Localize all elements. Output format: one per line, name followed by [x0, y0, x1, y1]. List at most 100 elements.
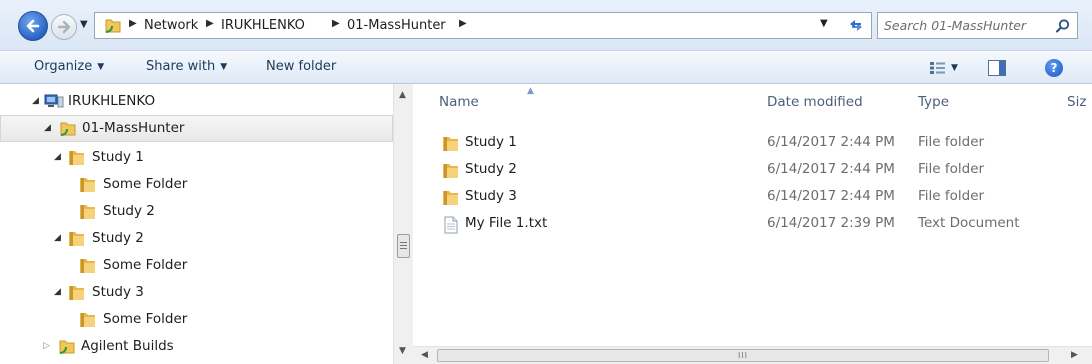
search-input[interactable] — [884, 17, 1044, 34]
column-header-name[interactable]: Name — [439, 94, 479, 110]
breadcrumb-01-masshunter[interactable]: 01-MassHunter — [347, 18, 446, 33]
tree-item-irukhlenko[interactable]: ◢ IRUKHLENKO — [0, 88, 393, 115]
column-header-date-modified[interactable]: Date modified — [767, 94, 863, 110]
folder-icon — [443, 137, 458, 151]
scroll-up-icon[interactable]: ▲ — [399, 90, 406, 100]
breadcrumb-separator-icon[interactable]: ▶ — [206, 18, 214, 29]
refresh-icon[interactable] — [846, 15, 866, 35]
file-date-modified: 6/14/2017 2:44 PM — [767, 161, 895, 177]
folder-shortcut-icon — [105, 19, 121, 33]
back-arrow-icon — [26, 19, 40, 33]
folder-shortcut-icon — [60, 122, 76, 136]
network-computer-icon — [44, 94, 64, 108]
expand-arrow-icon[interactable]: ◢ — [54, 233, 61, 243]
folder-icon — [80, 259, 95, 273]
preview-pane-icon[interactable] — [988, 60, 1006, 76]
file-name: My File 1.txt — [465, 215, 548, 231]
address-bar-row: ▼ ▶ Network ▶ IRUKHLENKO ▶ 01-MassHunter… — [0, 0, 1092, 50]
folder-icon — [69, 151, 84, 165]
chevron-down-icon: ▼ — [97, 62, 105, 72]
command-bar: Organize ▼ Share with ▼ New folder ▼ ? — [0, 50, 1092, 84]
tree-item-some-folder[interactable]: Some Folder — [0, 306, 393, 333]
file-date-modified: 6/14/2017 2:44 PM — [767, 134, 895, 150]
tree-item-agilent-builds[interactable]: ▷ Agilent Builds — [0, 333, 393, 360]
change-view-icon[interactable] — [930, 61, 946, 75]
file-list: Name ▲ Date modified Type Siz Study 1 6/… — [413, 84, 1092, 346]
breadcrumb-irukhlenko[interactable]: IRUKHLENKO — [221, 18, 305, 33]
search-icon[interactable] — [1055, 18, 1071, 34]
scroll-left-icon[interactable]: ◀ — [421, 350, 428, 360]
column-header-label: Name — [439, 94, 479, 110]
share-with-button[interactable]: Share with ▼ — [146, 59, 227, 74]
tree-item-label: Study 3 — [92, 284, 144, 300]
tree-item-some-folder[interactable]: Some Folder — [0, 171, 393, 198]
tree-item-study-2[interactable]: ◢ Study 2 — [0, 225, 393, 252]
expand-arrow-icon[interactable]: ◢ — [32, 96, 39, 106]
column-header-type[interactable]: Type — [918, 94, 949, 110]
scrollbar-thumb[interactable] — [397, 234, 410, 258]
expand-arrow-icon[interactable]: ◢ — [44, 123, 51, 133]
file-date-modified: 6/14/2017 2:39 PM — [767, 215, 895, 231]
address-box[interactable]: ▶ Network ▶ IRUKHLENKO ▶ 01-MassHunter ▶ — [94, 12, 872, 39]
file-row[interactable]: My File 1.txt 6/14/2017 2:39 PM Text Doc… — [413, 211, 1092, 238]
folder-icon — [80, 313, 95, 327]
folder-icon — [80, 178, 95, 192]
forward-arrow-icon — [57, 20, 71, 34]
folder-icon — [69, 286, 84, 300]
forward-button[interactable] — [51, 14, 77, 40]
help-icon[interactable]: ? — [1045, 59, 1063, 77]
tree-item-study-2-nested[interactable]: Study 2 — [0, 198, 393, 225]
scroll-right-icon[interactable]: ▶ — [1071, 350, 1078, 360]
new-folder-button[interactable]: New folder — [266, 59, 336, 74]
tree-item-label: Agilent Builds — [81, 338, 174, 354]
back-button[interactable] — [18, 11, 48, 41]
tree-item-01-masshunter[interactable]: ◢ 01-MassHunter — [0, 115, 393, 142]
file-type: Text Document — [918, 215, 1020, 231]
organize-label: Organize — [34, 59, 93, 74]
file-list-horizontal-scrollbar[interactable]: ◀ III ▶ — [413, 346, 1092, 364]
tree-item-label: Study 2 — [103, 203, 155, 219]
recent-pages-dropdown-icon[interactable]: ▼ — [80, 19, 88, 30]
folder-icon — [80, 205, 95, 219]
expand-arrow-icon[interactable]: ◢ — [54, 287, 61, 297]
breadcrumb-network[interactable]: Network — [144, 18, 198, 33]
tree-item-label: Study 1 — [92, 149, 144, 165]
tree-item-study-1[interactable]: ◢ Study 1 — [0, 144, 393, 171]
file-row[interactable]: Study 2 6/14/2017 2:44 PM File folder — [413, 157, 1092, 184]
expand-arrow-icon[interactable]: ◢ — [54, 152, 61, 162]
breadcrumb-separator-icon[interactable]: ▶ — [332, 18, 340, 29]
file-row[interactable]: Study 3 6/14/2017 2:44 PM File folder — [413, 184, 1092, 211]
folder-icon — [69, 232, 84, 246]
tree-item-label: Some Folder — [103, 311, 188, 327]
tree-item-label: 01-MassHunter — [82, 120, 185, 136]
chevron-down-icon[interactable]: ▼ — [951, 63, 958, 73]
file-row[interactable]: Study 1 6/14/2017 2:44 PM File folder — [413, 130, 1092, 157]
sort-ascending-icon: ▲ — [527, 86, 534, 96]
breadcrumb-separator-icon[interactable]: ▶ — [129, 18, 137, 29]
tree-item-label: Study 2 — [92, 230, 144, 246]
navigation-pane-scrollbar[interactable]: ▲ ▼ — [393, 84, 413, 364]
scroll-down-icon[interactable]: ▼ — [399, 346, 406, 356]
breadcrumb-separator-icon[interactable]: ▶ — [459, 18, 467, 29]
tree-item-some-folder[interactable]: Some Folder — [0, 252, 393, 279]
search-box[interactable] — [877, 12, 1078, 39]
tree-item-label: Some Folder — [103, 176, 188, 192]
tree-item-label: Some Folder — [103, 257, 188, 273]
column-header-size[interactable]: Siz — [1067, 94, 1086, 110]
scrollbar-thumb[interactable]: III — [437, 349, 1049, 362]
file-date-modified: 6/14/2017 2:44 PM — [767, 188, 895, 204]
file-name: Study 3 — [465, 188, 517, 204]
tree-item-study-3[interactable]: ◢ Study 3 — [0, 279, 393, 306]
text-file-icon — [444, 216, 458, 234]
file-name: Study 1 — [465, 134, 517, 150]
folder-icon — [443, 164, 458, 178]
collapse-arrow-icon[interactable]: ▷ — [43, 341, 50, 351]
tree-item-label: IRUKHLENKO — [68, 93, 156, 109]
file-type: File folder — [918, 188, 985, 204]
file-type: File folder — [918, 134, 985, 150]
folder-shortcut-icon — [59, 340, 75, 354]
organize-button[interactable]: Organize ▼ — [34, 59, 104, 74]
address-history-dropdown-icon[interactable]: ▼ — [820, 18, 828, 29]
chevron-down-icon: ▼ — [220, 62, 228, 72]
share-with-label: Share with — [146, 59, 216, 74]
